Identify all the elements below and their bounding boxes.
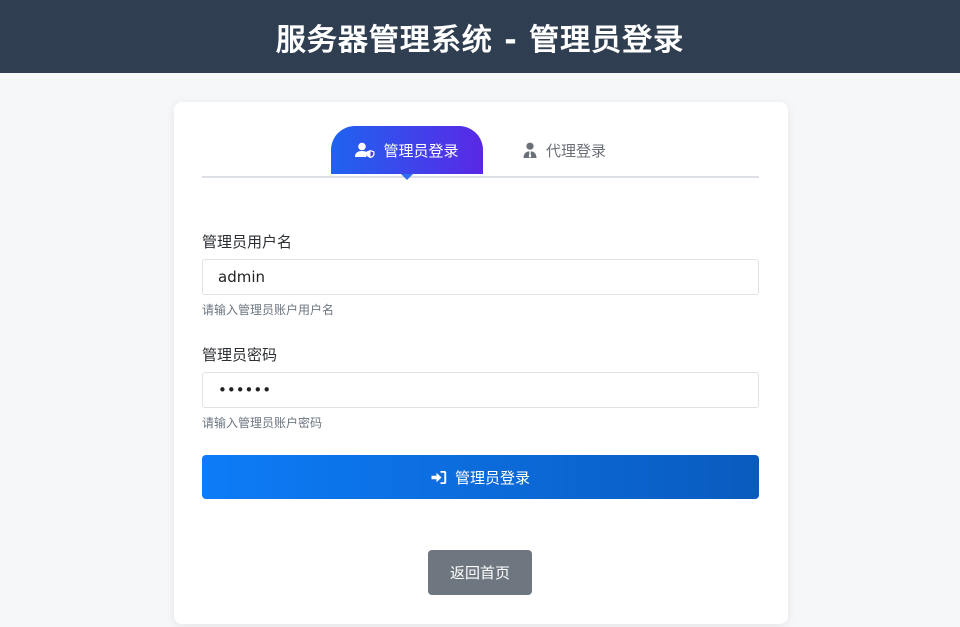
password-label: 管理员密码: [202, 346, 278, 364]
tab-admin-login[interactable]: 管理员登录: [331, 126, 483, 180]
user-shield-icon: [355, 142, 383, 158]
password-hint: 请输入管理员账户密码: [202, 416, 323, 430]
username-hint: 请输入管理员账户用户名: [202, 303, 335, 317]
page-title: 服务器管理系统 - 管理员登录: [275, 22, 685, 58]
admin-login-button[interactable]: 管理员登录: [202, 455, 759, 499]
admin-login-button-label: 管理员登录: [454, 468, 530, 487]
tab-agent-login[interactable]: 代理登录: [514, 126, 614, 174]
username-input[interactable]: [202, 259, 759, 295]
tab-agent-login-label: 代理登录: [545, 141, 606, 160]
username-label: 管理员用户名: [202, 233, 293, 251]
password-input[interactable]: [202, 372, 759, 408]
back-home-button[interactable]: 返回首页: [428, 550, 532, 595]
login-card: 管理员登录 代理登录 管理员用户名 请输入管理员账户用户名 管理员密码 请输入管…: [174, 102, 788, 624]
tab-admin-login-label: 管理员登录: [383, 141, 459, 160]
login-tabs: 管理员登录 代理登录: [202, 126, 759, 180]
sign-in-icon: [431, 470, 455, 485]
active-tab-caret: [401, 174, 413, 180]
user-tie-icon: [522, 142, 546, 158]
page-header: 服务器管理系统 - 管理员登录: [0, 0, 960, 73]
